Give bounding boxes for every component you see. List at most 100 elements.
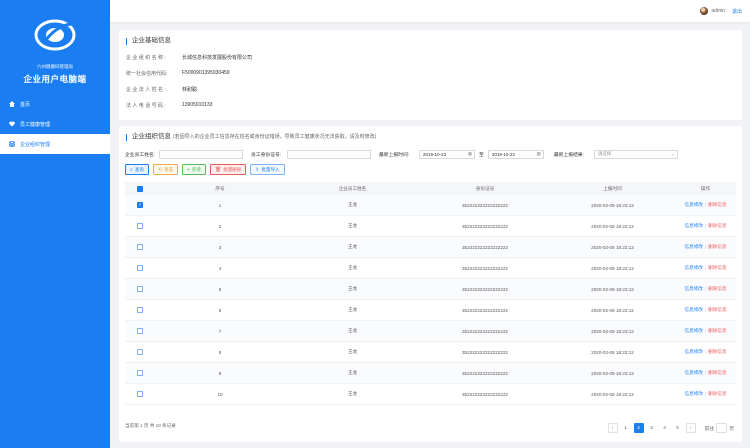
date-to-picker[interactable]: 2019-10-23 ▦: [487, 149, 544, 159]
cell-time: 2020-02-08 18:23:12: [591, 391, 634, 397]
sidebar-item-home[interactable]: 首页: [0, 94, 110, 114]
cell-id: 352222222222222222: [462, 391, 508, 397]
search-icon: ⌕: [130, 166, 133, 173]
edit-info-link[interactable]: 信息修改: [685, 244, 703, 249]
employee-table: 序号 企业员工姓名 身份证号 上报时间 操作 ✓ 1 王龙 3522222222222…: [125, 182, 736, 405]
table-row: 10 王龙 352222222222222222 2020-02-08 18:23:1…: [125, 384, 736, 405]
action-separator: |: [704, 223, 707, 228]
next-page-button[interactable]: ›: [685, 423, 696, 433]
table-header: 序号 企业员工姓名 身份证号 上报时间 操作: [125, 182, 736, 195]
cell-time: 2020-02-08 18:23:12: [591, 223, 634, 229]
row-checkbox[interactable]: [137, 265, 143, 271]
pagination-summary: 当前第 1 页 共 10 条记录: [125, 423, 176, 428]
delete-info-link[interactable]: 删除信息: [708, 202, 726, 207]
delete-info-link[interactable]: 删除信息: [708, 223, 726, 228]
stack-icon: [8, 140, 16, 148]
page-3[interactable]: 3: [646, 423, 657, 433]
page-4[interactable]: 4: [659, 423, 670, 433]
table-row: 2 王龙 352222222222222222 2020-02-08 18:23:12…: [125, 216, 736, 237]
edit-info-link[interactable]: 信息修改: [685, 202, 703, 207]
cell-actions: 信息修改 | 删除信息: [675, 265, 736, 271]
section-title: 企业组织信息 (若因导入的企业员工信息存在姓名或身份证错误，导致员工健康状况无法获…: [126, 133, 377, 141]
delete-info-link[interactable]: 删除信息: [708, 370, 726, 375]
filter-label-result: 最新上报结果:: [553, 152, 584, 158]
filter-label-id: 员工身份证号:: [251, 152, 282, 158]
username[interactable]: admin: [711, 8, 725, 14]
avatar[interactable]: [700, 7, 709, 15]
page-1[interactable]: 1: [620, 423, 631, 433]
delete-info-link[interactable]: 删除信息: [708, 286, 726, 291]
cell-no: 4: [218, 265, 222, 271]
select-all-checkbox[interactable]: [137, 185, 143, 192]
section-title-text: 企业组织信息: [132, 133, 171, 140]
row-checkbox[interactable]: [137, 244, 143, 250]
cell-id: 352222222222222222: [462, 349, 508, 355]
id-number-input[interactable]: [287, 149, 371, 159]
edit-info-link[interactable]: 信息修改: [685, 349, 703, 354]
section-hint: (若因导入的企业员工信息存在姓名或身份证错误，导致员工健康状况无法获取，请及时修…: [173, 134, 377, 140]
cell-actions: 信息修改 | 删除信息: [675, 244, 736, 250]
sidebar-item-org-management[interactable]: 企业组织管理: [0, 134, 110, 154]
info-row-org-name: 企业组织名称: 长城信息科技发展股份有限公司: [126, 54, 252, 61]
cell-name: 王龙: [347, 391, 358, 396]
sidebar: 六州健康码管理局 企业用户电脑端 首页 员工健康管理 企业组织管理: [0, 0, 110, 448]
sidebar-item-employee-health[interactable]: 员工健康管理: [0, 114, 110, 134]
row-checkbox[interactable]: [137, 286, 143, 292]
table-row: 3 王龙 352222222222222222 2020-02-08 18:23:12…: [125, 237, 736, 258]
edit-info-link[interactable]: 信息修改: [685, 391, 703, 396]
goto-page-input[interactable]: [716, 423, 728, 433]
table-row: 5 王龙 352222222222222222 2020-02-08 18:23:12…: [125, 279, 736, 300]
delete-info-link[interactable]: 删除信息: [708, 349, 726, 354]
row-checkbox[interactable]: [137, 307, 143, 313]
edit-info-link[interactable]: 信息修改: [685, 223, 703, 228]
cell-time: 2020-02-08 18:23:12: [591, 349, 634, 355]
row-checkbox[interactable]: [137, 349, 143, 355]
sidebar-item-label: 首页: [20, 101, 31, 108]
sidebar-item-label: 企业组织管理: [20, 141, 51, 148]
info-row-legal-phone: 法人电话号码: 13905910133: [126, 102, 213, 109]
cell-name: 王龙: [347, 370, 358, 375]
info-value: 林耐聪: [182, 87, 198, 93]
edit-info-link[interactable]: 信息修改: [685, 286, 703, 291]
page-5[interactable]: 5: [672, 423, 683, 433]
delete-info-link[interactable]: 删除信息: [708, 244, 726, 249]
cell-no: 6: [218, 307, 222, 313]
row-checkbox[interactable]: [137, 391, 143, 397]
action-separator: |: [704, 328, 707, 333]
delete-info-link[interactable]: 删除信息: [708, 391, 726, 396]
edit-info-link[interactable]: 信息修改: [685, 265, 703, 270]
query-button[interactable]: ⌕ 查询: [125, 164, 149, 175]
row-checkbox[interactable]: ✓: [137, 202, 143, 208]
edit-info-link[interactable]: 信息修改: [685, 307, 703, 312]
employee-name-input[interactable]: [159, 149, 243, 159]
report-result-select[interactable]: 请选择 ⌄: [593, 149, 678, 159]
row-checkbox[interactable]: [137, 370, 143, 376]
row-checkbox[interactable]: [137, 223, 143, 229]
row-checkbox[interactable]: [137, 328, 143, 334]
page-2[interactable]: 2: [633, 423, 644, 433]
batch-import-button[interactable]: ⇪ 批量导入: [250, 164, 285, 175]
cell-actions: 信息修改 | 删除信息: [675, 307, 736, 313]
edit-info-link[interactable]: 信息修改: [685, 328, 703, 333]
column-header: 操作: [700, 185, 711, 191]
cell-name: 王龙: [347, 223, 358, 228]
logout-link[interactable]: 退出: [732, 8, 742, 15]
reset-button[interactable]: ⟲ 重置: [152, 164, 179, 175]
delete-info-link[interactable]: 删除信息: [708, 307, 726, 312]
cell-name: 王龙: [347, 286, 358, 291]
cell-no: 7: [218, 328, 222, 334]
cell-name: 王龙: [347, 349, 358, 354]
action-buttons: ⌕ 查询 ⟲ 重置 + 新增 🗑 批量删除 ⇪ 批量导入: [125, 164, 285, 175]
calendar-icon: ▦: [467, 151, 472, 156]
prev-page-button[interactable]: ‹: [607, 423, 618, 433]
sidebar-item-label: 员工健康管理: [20, 121, 51, 128]
info-value: 长城信息科技发展股份有限公司: [182, 55, 253, 61]
date-from-picker[interactable]: 2019-10-23 ▦: [419, 149, 475, 159]
add-button[interactable]: + 新增: [182, 164, 206, 175]
batch-delete-button[interactable]: 🗑 批量删除: [209, 164, 247, 175]
edit-info-link[interactable]: 信息修改: [685, 370, 703, 375]
delete-info-link[interactable]: 删除信息: [708, 265, 726, 270]
trash-icon: 🗑: [214, 166, 222, 173]
delete-info-link[interactable]: 删除信息: [708, 328, 726, 333]
action-separator: |: [704, 349, 707, 354]
